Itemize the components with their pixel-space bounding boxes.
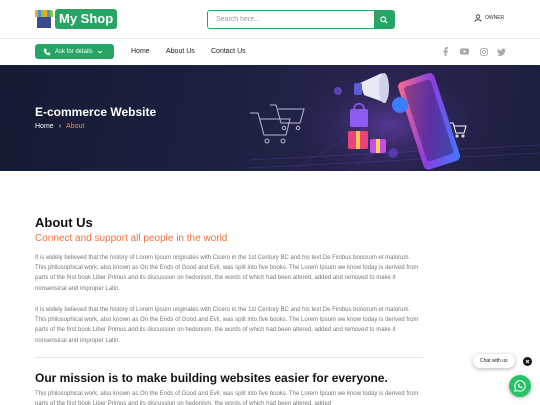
mission-title: Our mission is to make building websites… (35, 371, 388, 385)
twitter-icon[interactable] (497, 47, 506, 56)
ask-for-details-button[interactable]: Ask for details (35, 44, 114, 59)
user-icon (474, 14, 482, 22)
search-bar (207, 10, 395, 29)
nav-link-about[interactable]: About Us (166, 48, 195, 55)
breadcrumb: Home › About (35, 123, 84, 130)
owner-label: OWNER (485, 15, 505, 21)
ask-button-label: Ask for details (55, 48, 93, 55)
youtube-icon[interactable] (460, 47, 469, 56)
owner-account-link[interactable]: OWNER (474, 14, 504, 22)
hero-title: E-commerce Website (35, 105, 157, 119)
chat-with-us-pill[interactable]: Chat with us (473, 354, 515, 368)
instagram-icon[interactable] (479, 47, 488, 56)
search-button[interactable] (374, 11, 394, 28)
chevron-right-icon: › (58, 123, 62, 130)
chat-close-button[interactable] (523, 357, 532, 366)
nav-link-contact[interactable]: Contact Us (211, 48, 246, 55)
chat-pill-label: Chat with us (480, 358, 508, 364)
hero-banner: E-commerce Website Home › About (0, 65, 540, 171)
nav-link-home[interactable]: Home (131, 48, 150, 55)
about-title: About Us (35, 215, 93, 230)
breadcrumb-home-link[interactable]: Home (35, 123, 54, 130)
chevron-down-icon (97, 50, 102, 54)
about-paragraph-1: It is widely believed that the history o… (35, 255, 419, 292)
search-input[interactable] (208, 11, 374, 28)
site-logo[interactable]: My Shop (35, 9, 118, 29)
phone-icon (43, 48, 51, 55)
mission-paragraph: This philosophical work, also known as O… (35, 391, 419, 405)
breadcrumb-current: About (66, 123, 85, 130)
close-icon (525, 359, 530, 364)
main-nav: Ask for details Home About Us Contact Us (0, 39, 540, 65)
ecommerce-illustration (250, 65, 540, 171)
store-icon (35, 10, 53, 28)
about-paragraph-2: It is widely believed that the history o… (35, 307, 419, 344)
about-subtitle: Connect and support all people in the wo… (35, 233, 228, 244)
top-header: My Shop OWNER (0, 0, 540, 39)
facebook-icon[interactable] (441, 47, 450, 56)
whatsapp-icon (514, 380, 526, 392)
section-divider (35, 357, 423, 358)
logo-text: My Shop (55, 9, 118, 29)
whatsapp-chat-button[interactable] (509, 375, 531, 397)
search-icon (380, 15, 388, 24)
